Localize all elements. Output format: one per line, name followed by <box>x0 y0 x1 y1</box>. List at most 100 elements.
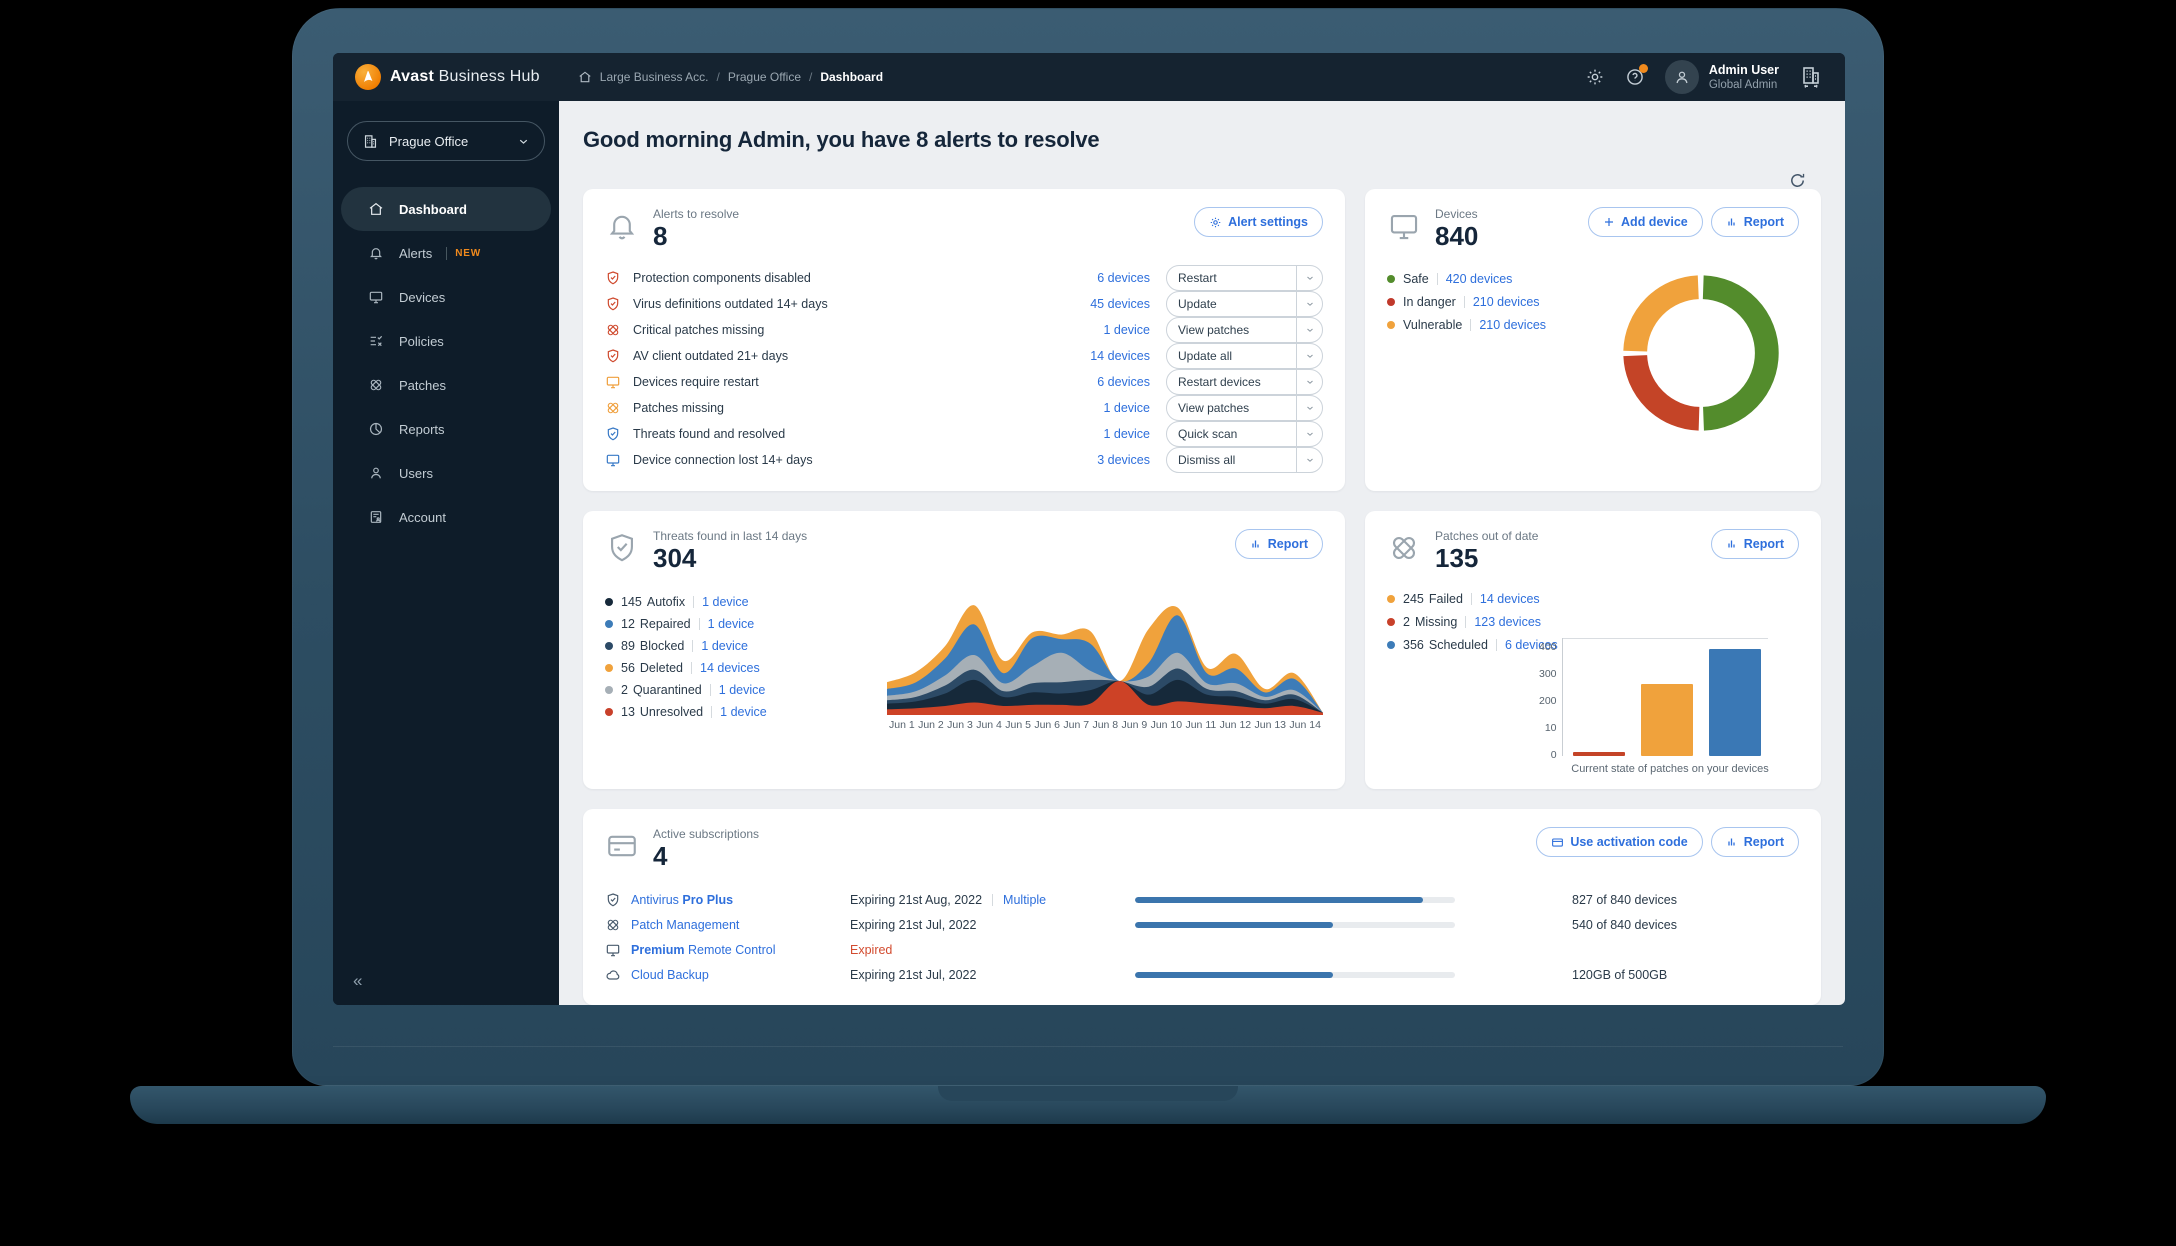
x-axis-label: Jun 11 <box>1185 719 1217 731</box>
alert-row: Device connection lost 14+ days 3 device… <box>605 447 1323 473</box>
x-axis-label: Jun 12 <box>1219 719 1252 731</box>
user-role: Global Admin <box>1708 78 1778 91</box>
sidebar-item[interactable]: Reports <box>341 407 551 451</box>
y-axis-label: 400 <box>1539 641 1557 653</box>
alert-action-select[interactable]: Restart <box>1166 265 1323 291</box>
subscription-usage: 540 of 840 devices <box>1572 917 1677 932</box>
credit-card-icon <box>1552 837 1564 847</box>
legend-devices-link[interactable]: 1 device <box>720 705 767 719</box>
x-axis-label: Jun 2 <box>918 719 944 731</box>
legend-devices-link[interactable]: 1 device <box>702 595 749 609</box>
new-badge: NEW <box>446 246 481 260</box>
y-axis-label: 300 <box>1539 668 1557 680</box>
laptop-base <box>130 1086 2046 1124</box>
alert-devices-link[interactable]: 1 device <box>1103 323 1150 337</box>
subscription-icon <box>605 967 621 983</box>
chevron-down-icon <box>519 139 528 144</box>
bar-scheduled <box>1708 649 1761 756</box>
company-switcher-icon[interactable] <box>1799 65 1823 89</box>
alert-devices-link[interactable]: 6 devices <box>1097 271 1150 285</box>
bar-chart-icon <box>1252 540 1259 548</box>
alert-action-select[interactable]: Update all <box>1166 343 1323 369</box>
subscription-name-link[interactable]: Antivirus Pro Plus <box>631 893 733 907</box>
sidebar-collapse-button[interactable]: « <box>353 971 362 991</box>
sidebar-item[interactable]: Dashboard <box>341 187 551 231</box>
legend-devices-link[interactable]: 123 devices <box>1474 615 1541 629</box>
breadcrumb-item[interactable]: Dashboard / <box>820 70 883 84</box>
legend-dot <box>605 642 613 650</box>
legend-dot <box>1387 594 1395 603</box>
breadcrumb-item[interactable]: Prague Office / <box>728 70 813 84</box>
legend-devices-link[interactable]: 14 devices <box>1480 592 1540 606</box>
legend-devices-link[interactable]: 420 devices <box>1446 272 1513 286</box>
report-button[interactable]: Report <box>1710 207 1799 237</box>
alert-row: Patches missing 1 device View patches <box>605 395 1323 421</box>
brand-text: Avast Business Hub <box>390 68 540 85</box>
alert-status-icon <box>605 348 621 364</box>
alert-row: Critical patches missing 1 device View p… <box>605 317 1323 343</box>
chevron-down-icon <box>1296 448 1322 472</box>
legend-devices-link[interactable]: 210 devices <box>1473 295 1540 309</box>
avast-logo[interactable]: Avast Business Hub <box>355 64 540 90</box>
report-button[interactable]: Report <box>1710 827 1799 857</box>
alert-row: Virus definitions outdated 14+ days 45 d… <box>605 291 1323 317</box>
multiple-link[interactable]: Multiple <box>1003 893 1046 907</box>
sidebar-item[interactable]: Users <box>341 451 551 495</box>
alert-devices-link[interactable]: 3 devices <box>1097 453 1150 467</box>
help-icon[interactable] <box>1625 64 1648 87</box>
alert-settings-button[interactable]: Alert settings <box>1194 207 1323 237</box>
legend-devices-link[interactable]: 1 device <box>701 639 748 653</box>
report-button[interactable]: Report <box>1234 529 1323 559</box>
legend-item: 89 Blocked 1 device <box>605 635 887 657</box>
subscription-name-link[interactable]: Cloud Backup <box>631 968 709 982</box>
alert-action-select[interactable]: View patches <box>1166 317 1323 343</box>
subscription-name-link[interactable]: Patch Management <box>631 918 739 932</box>
sidebar-item[interactable]: Patches <box>341 363 551 407</box>
legend-item: 2 Missing 123 devices <box>1387 610 1799 633</box>
sidebar-item[interactable]: Account <box>341 495 551 539</box>
legend-devices-link[interactable]: 1 device <box>708 617 755 631</box>
legend-item: Safe 420 devices <box>1387 267 1546 290</box>
use-activation-code-button[interactable]: Use activation code <box>1536 827 1703 857</box>
alert-action-select[interactable]: View patches <box>1166 395 1323 421</box>
sidebar-item[interactable]: Policies <box>341 319 551 363</box>
legend-devices-link[interactable]: 14 devices <box>700 661 760 675</box>
refresh-icon[interactable] <box>1788 171 1807 190</box>
alert-devices-link[interactable]: 1 device <box>1103 427 1150 441</box>
alert-row: Threats found and resolved 1 device Quic… <box>605 421 1323 447</box>
alert-status-icon <box>605 270 621 286</box>
x-axis-label: Jun 10 <box>1150 719 1183 731</box>
y-axis-label: 0 <box>1550 749 1557 761</box>
breadcrumb-item[interactable]: Large Business Acc. / <box>600 70 720 84</box>
alert-devices-link[interactable]: 6 devices <box>1097 375 1150 389</box>
sidebar-item[interactable]: Devices <box>341 275 551 319</box>
alert-action-select[interactable]: Dismiss all <box>1166 447 1323 473</box>
report-button[interactable]: Report <box>1710 529 1799 559</box>
legend-devices-link[interactable]: 1 device <box>719 683 766 697</box>
alert-action-select[interactable]: Update <box>1166 291 1323 317</box>
alert-devices-link[interactable]: 45 devices <box>1090 297 1150 311</box>
legend-devices-link[interactable]: 210 devices <box>1479 318 1546 332</box>
alert-row: AV client outdated 21+ days 14 devices U… <box>605 343 1323 369</box>
legend-dot <box>1387 320 1395 329</box>
notification-dot <box>1638 64 1648 73</box>
add-device-button[interactable]: Add device <box>1588 207 1703 237</box>
alert-action-select[interactable]: Restart devices <box>1166 369 1323 395</box>
chevron-down-icon <box>1296 318 1322 342</box>
y-axis-label: 200 <box>1539 695 1557 707</box>
x-axis-label: Jun 13 <box>1254 719 1287 731</box>
subscription-name-link[interactable]: Premium Remote Control <box>631 943 776 957</box>
legend-dot <box>605 686 613 694</box>
settings-gear-icon[interactable] <box>1585 67 1605 87</box>
org-selector-label: Prague Office <box>389 133 469 149</box>
user-menu[interactable]: Admin User Global Admin <box>1664 60 1779 94</box>
home-icon[interactable] <box>578 70 592 84</box>
alert-action-select[interactable]: Quick scan <box>1166 421 1323 447</box>
alert-devices-link[interactable]: 1 device <box>1103 401 1150 415</box>
alerts-card: Alerts to resolve 8 Alert settings Prote… <box>583 189 1345 491</box>
sidebar-item[interactable]: Alerts NEW <box>341 231 551 275</box>
org-selector[interactable]: Prague Office <box>347 121 545 161</box>
subscription-row: Patch Management Expiring 21st Jul, 2022 <box>605 912 1799 937</box>
alert-devices-link[interactable]: 14 devices <box>1090 349 1150 363</box>
subscriptions-card: Active subscriptions 4 Use activation co… <box>583 809 1821 1005</box>
